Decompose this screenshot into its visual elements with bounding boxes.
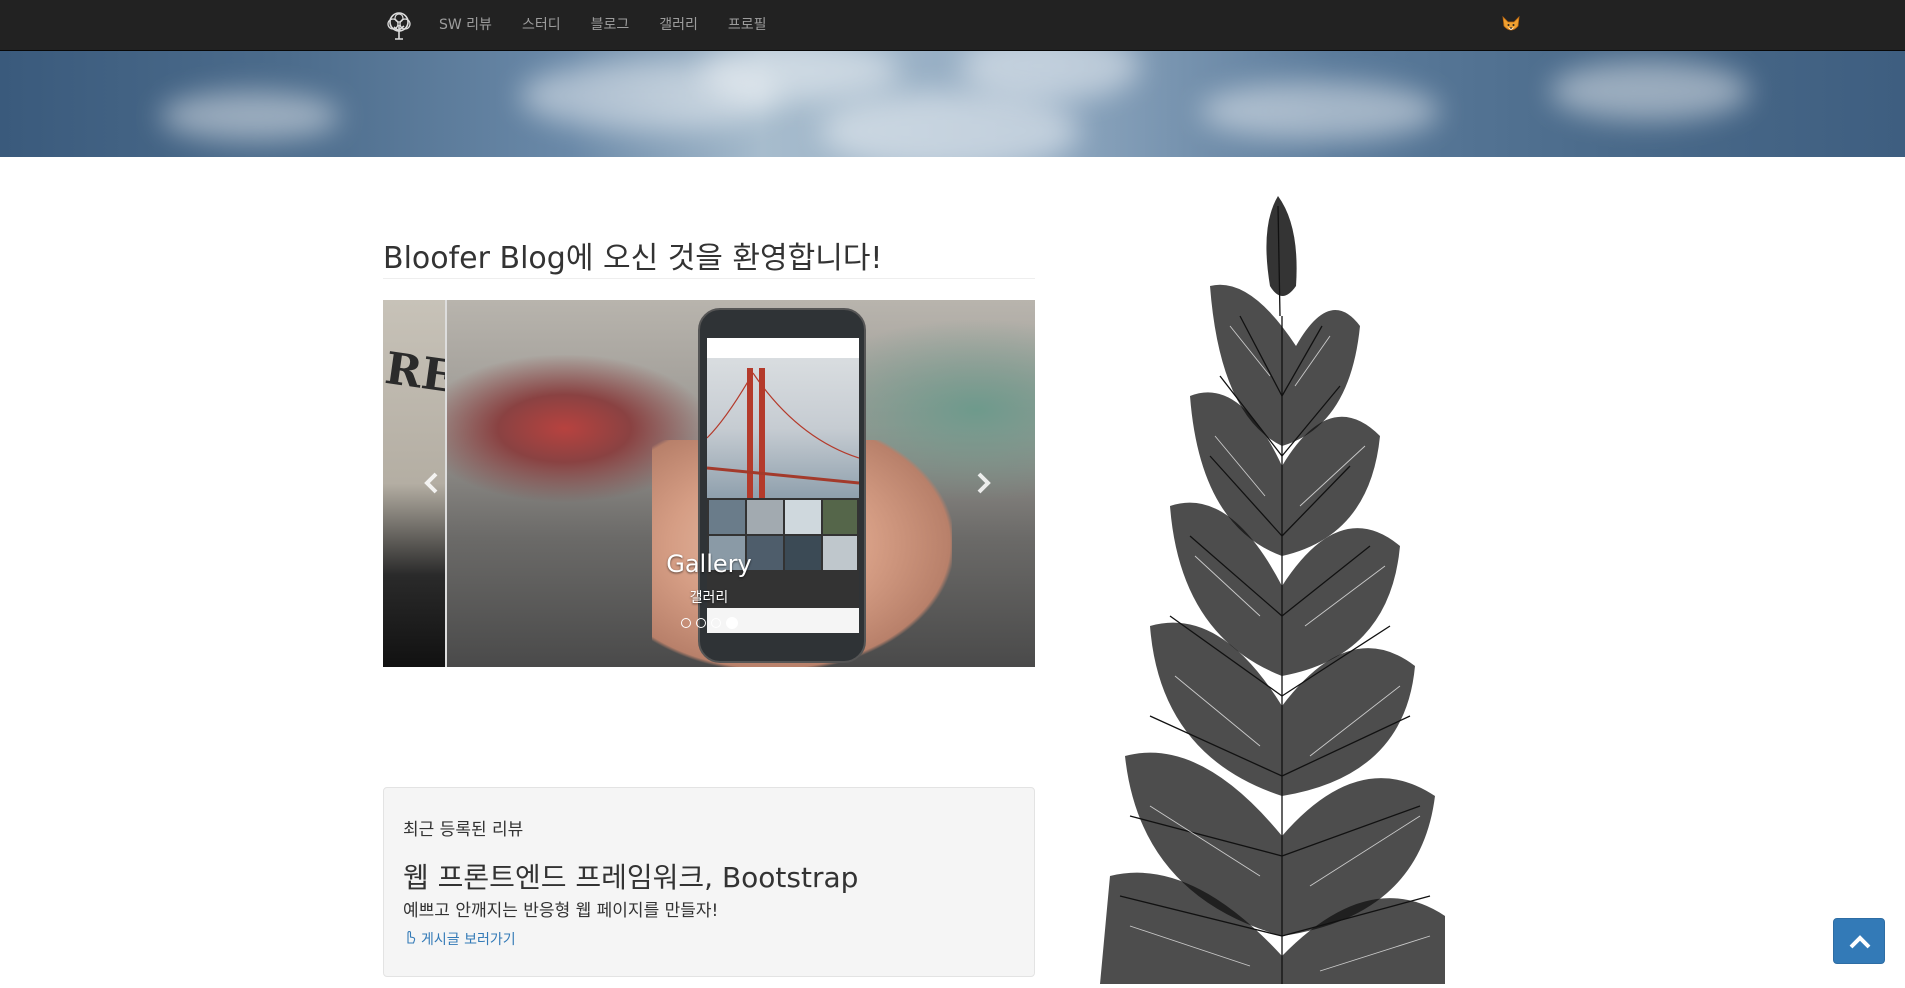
carousel-indicator[interactable] [680,618,691,628]
nav-item-gallery[interactable]: 갤러리 [644,0,713,51]
newspaper-text: REE [383,343,447,408]
back-to-top-button[interactable] [1833,918,1885,964]
hero-sky-banner [0,51,1905,157]
golden-gate-photo [707,358,859,498]
hand-pointer-icon [403,930,417,948]
fox-avatar-icon[interactable] [1501,15,1521,35]
nav-item-blog[interactable]: 블로그 [576,0,645,51]
carousel-indicator[interactable] [710,618,721,628]
recent-review-panel: 최근 등록된 리뷰 웹 프론트엔드 프레임워크, Bootstrap 예쁘고 안… [383,787,1035,977]
chevron-right-icon[interactable] [968,468,998,498]
nav-item-profile[interactable]: 프로필 [713,0,782,51]
view-post-link-text: 게시글 보러가기 [421,932,516,948]
carousel-caption-subtitle: 갤러리 [689,590,729,606]
nav-item-study[interactable]: 스터디 [507,0,576,51]
recent-review-label: 최근 등록된 리뷰 [403,820,524,840]
carousel-indicator-active[interactable] [725,617,738,629]
smartphone-image [698,308,866,663]
chevron-left-icon[interactable] [417,468,447,498]
nav-item-sw-review[interactable]: SW 리뷰 [429,0,507,51]
carousel-indicators [383,617,1035,629]
chevron-up-icon [1849,935,1871,949]
view-post-link[interactable]: 게시글 보러가기 [403,929,516,949]
nav-menu: SW 리뷰 스터디 블로그 갤러리 프로필 [429,0,782,51]
carousel-caption-title: Gallery [666,550,752,578]
page-title: Bloofer Blog에 오신 것을 환영합니다! [383,241,883,276]
review-description: 예쁘고 안깨지는 반응형 웹 페이지를 만들자! [403,901,719,921]
carousel-indicator[interactable] [695,618,706,628]
review-title: 웹 프론트엔드 프레임워크, Bootstrap [403,861,859,894]
carousel-active-slide [447,300,1035,667]
title-divider [383,278,1035,279]
top-navbar: SW 리뷰 스터디 블로그 갤러리 프로필 [0,0,1905,51]
image-carousel[interactable]: REE Gallery 갤러리 [383,300,1035,667]
tree-logo-icon[interactable] [383,11,415,41]
navbar-container: SW 리뷰 스터디 블로그 갤러리 프로필 [383,0,1523,51]
tree-illustration [1100,196,1445,984]
